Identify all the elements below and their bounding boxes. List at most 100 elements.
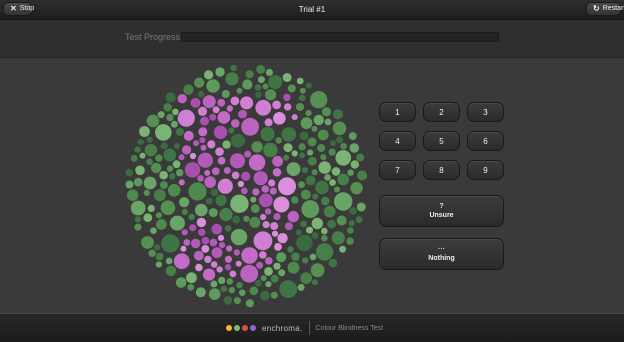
figure-dot: [264, 118, 273, 127]
key-2-button[interactable]: 2: [423, 102, 460, 122]
key-5-button[interactable]: 5: [423, 131, 460, 151]
figure-dot: [197, 106, 208, 116]
figure-dot: [212, 106, 220, 114]
background-dot: [230, 64, 237, 72]
unsure-label: Unsure: [429, 212, 454, 219]
background-dot: [346, 237, 354, 245]
background-dot: [356, 153, 365, 162]
background-dot: [224, 225, 232, 232]
background-dot: [298, 181, 306, 189]
figure-dot: [184, 162, 201, 178]
figure-dot: [262, 221, 270, 229]
background-dot: [183, 84, 194, 95]
background-dot: [299, 87, 306, 94]
background-dot: [175, 277, 187, 288]
background-dot: [250, 196, 257, 203]
background-dot: [281, 127, 297, 142]
figure-dot: [241, 171, 251, 181]
background-dot: [318, 161, 331, 174]
background-dot: [210, 280, 218, 288]
background-dot: [336, 136, 344, 144]
figure-dot: [253, 171, 268, 186]
figure-dot: [207, 140, 216, 149]
figure-dot: [274, 243, 282, 251]
background-dot: [188, 182, 207, 201]
key-4-button[interactable]: 4: [379, 131, 416, 151]
background-dot: [144, 143, 158, 157]
background-dot: [296, 77, 304, 85]
restart-button[interactable]: ↻ Restart: [586, 2, 624, 16]
background-dot: [153, 244, 161, 251]
background-dot: [146, 114, 160, 128]
figure-dot: [238, 109, 247, 119]
figure-dot: [231, 171, 240, 180]
figure-dot: [248, 154, 266, 171]
background-dot: [276, 252, 287, 263]
background-dot: [323, 205, 336, 218]
background-dot: [215, 67, 225, 77]
figure-dot: [219, 242, 226, 249]
nothing-button[interactable]: ··· Nothing: [379, 238, 504, 270]
background-dot: [295, 229, 302, 236]
background-dot: [337, 173, 350, 186]
key-9-button[interactable]: 9: [467, 160, 504, 180]
key-1-button[interactable]: 1: [379, 102, 416, 122]
background-dot: [245, 70, 254, 79]
background-dot: [300, 220, 307, 228]
background-dot: [309, 253, 317, 261]
background-dot: [278, 269, 286, 277]
background-dot: [291, 150, 298, 157]
background-dot: [260, 127, 275, 142]
figure-dot: [211, 223, 223, 235]
background-dot: [297, 283, 305, 291]
background-dot: [251, 204, 260, 213]
figure-dot: [272, 155, 283, 167]
color-plate: [125, 64, 368, 308]
background-dot: [159, 170, 168, 180]
figure-dot: [216, 266, 223, 273]
background-dot: [300, 189, 311, 200]
background-dot: [238, 289, 246, 296]
background-dot: [291, 252, 300, 261]
background-dot: [157, 111, 165, 119]
background-dot: [254, 84, 262, 91]
background-dot: [143, 213, 153, 223]
background-dot: [328, 258, 338, 268]
background-dot: [243, 215, 250, 222]
figure-dot: [226, 105, 233, 112]
background-dot: [295, 102, 305, 112]
background-dot: [302, 257, 309, 264]
figure-dot: [209, 238, 218, 247]
background-dot: [249, 216, 261, 228]
key-7-button[interactable]: 7: [379, 160, 416, 180]
background-dot: [324, 118, 332, 126]
background-dot: [255, 91, 262, 99]
key-8-button[interactable]: 8: [423, 160, 460, 180]
figure-dot: [233, 249, 240, 256]
key-3-button[interactable]: 3: [467, 102, 504, 122]
background-dot: [327, 219, 336, 229]
background-dot: [349, 143, 360, 153]
background-dot: [350, 181, 363, 195]
background-dot: [230, 194, 249, 213]
background-dot: [228, 286, 236, 294]
background-dot: [355, 216, 363, 224]
background-dot: [147, 204, 155, 212]
background-dot: [310, 91, 328, 109]
background-dot: [146, 136, 153, 143]
key-6-button[interactable]: 6: [467, 131, 504, 151]
brand-dots: [226, 325, 258, 331]
unsure-button[interactable]: ? Unsure: [379, 195, 504, 227]
figure-dot: [270, 222, 279, 230]
background-dot: [310, 263, 325, 278]
background-dot: [170, 120, 178, 128]
figure-dot: [273, 213, 281, 221]
background-dot: [134, 223, 142, 231]
background-dot: [125, 180, 134, 189]
background-dot: [335, 150, 352, 166]
background-dot: [329, 179, 336, 186]
background-dot: [350, 160, 359, 169]
background-dot: [179, 197, 190, 208]
background-dot: [160, 142, 168, 150]
background-dot: [321, 107, 332, 117]
